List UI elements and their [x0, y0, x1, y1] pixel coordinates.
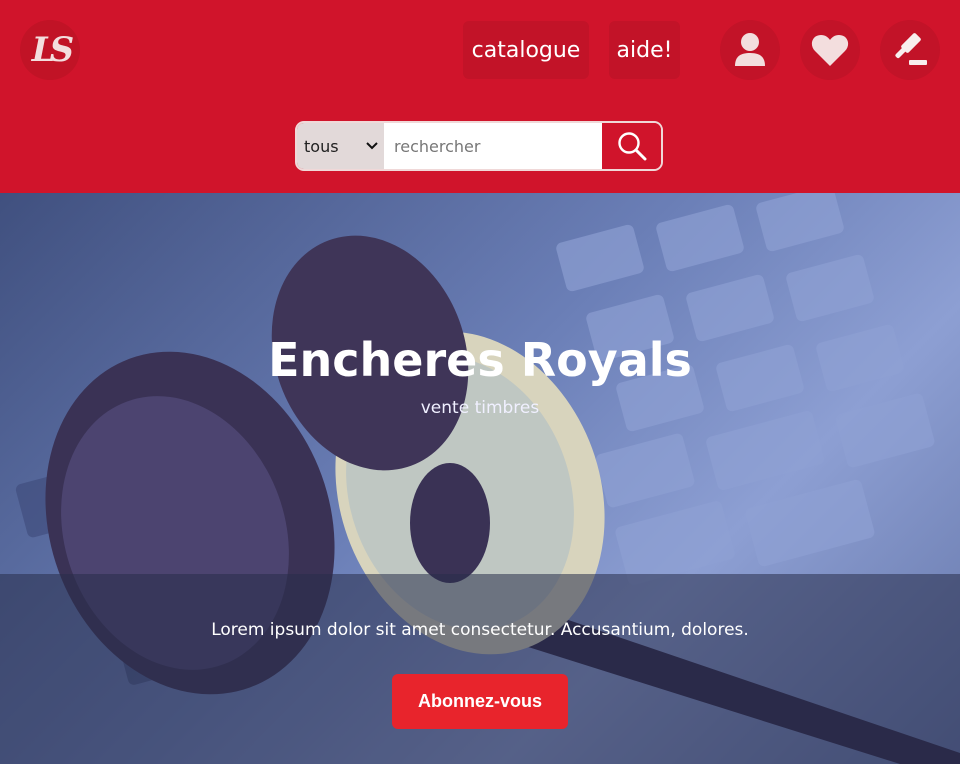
favorites-button[interactable]	[800, 20, 860, 80]
category-select-value: tous	[304, 136, 339, 156]
nav-aide-label: aide!	[616, 37, 673, 63]
search-bar: tous rechercher	[295, 121, 663, 171]
category-select[interactable]: tous	[297, 123, 384, 169]
subscribe-button-label: Abonnez-vous	[418, 691, 542, 711]
hero-band: Lorem ipsum dolor sit amet consectetur. …	[0, 574, 960, 764]
subscribe-button[interactable]: Abonnez-vous	[392, 674, 568, 729]
nav-catalogue-label: catalogue	[471, 37, 581, 63]
nav-aide-button[interactable]: aide!	[609, 21, 680, 79]
hero-subtitle: vente timbres	[420, 398, 540, 418]
auctions-button[interactable]	[880, 20, 940, 80]
search-icon	[617, 132, 646, 161]
hero-tagline: Lorem ipsum dolor sit amet consectetur. …	[211, 620, 749, 640]
search-button[interactable]	[602, 123, 661, 169]
heart-icon	[811, 35, 849, 66]
user-icon	[735, 33, 765, 66]
nav-catalogue-button[interactable]: catalogue	[463, 21, 589, 79]
logo-text: LS	[31, 30, 75, 70]
search-input[interactable]: rechercher	[384, 123, 602, 169]
gavel-icon	[895, 33, 927, 65]
site-header: LS catalogue aide! tous rechercher	[0, 0, 960, 193]
hero-section: Encheres Royals vente timbres Lorem ipsu…	[0, 193, 960, 764]
hero-title: Encheres Royals	[268, 333, 692, 387]
logo[interactable]: LS	[20, 20, 80, 80]
account-button[interactable]	[720, 20, 780, 80]
search-placeholder: rechercher	[394, 136, 481, 156]
chevron-down-icon	[366, 142, 378, 150]
